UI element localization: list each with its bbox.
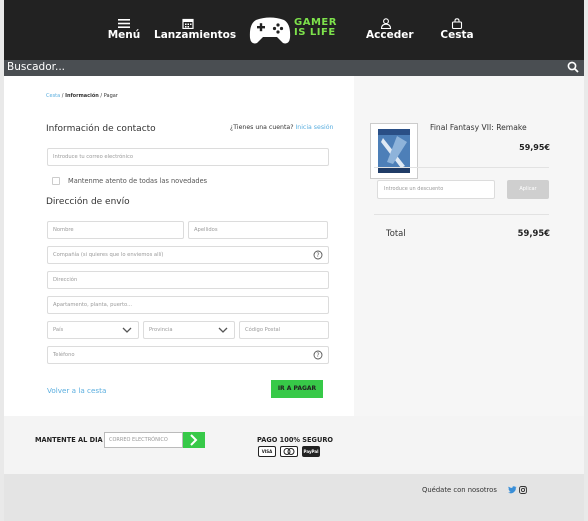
province-select[interactable]: Provincia (143, 321, 235, 339)
cart-button[interactable]: Cesta (440, 18, 474, 41)
apartment-field[interactable]: Apartamento, planta, puerto... (47, 296, 329, 314)
top-navbar: Menú Lanzamientos GAMER IS LIFE Acceder … (4, 0, 584, 60)
menu-button[interactable]: Menú (104, 18, 144, 41)
instagram-icon[interactable] (519, 486, 527, 494)
total-label: Total (386, 228, 406, 238)
newsletter-email-input[interactable]: CORREO ELECTRÓNICO (104, 432, 183, 448)
company-placeholder: Compañía (si quieres que lo enviemos all… (53, 252, 164, 258)
bottom-bar: Quédate con nosotros (4, 474, 584, 521)
chevron-down-icon (122, 327, 132, 333)
newsletter-title: MANTENTE AL DIA (35, 436, 103, 444)
chevron-down-icon (218, 327, 228, 333)
search-bar[interactable]: Buscador... (4, 60, 584, 76)
svg-text:?: ? (316, 252, 319, 259)
discount-placeholder: Introduce un descuento (384, 186, 444, 192)
game-cover-image (371, 124, 417, 178)
releases-button[interactable]: Lanzamientos (154, 18, 236, 41)
contact-title: Información de contacto (46, 124, 156, 134)
country-placeholder: País (53, 327, 64, 333)
mastercard-icon (280, 446, 298, 457)
twitter-icon[interactable] (508, 486, 517, 494)
footer: MANTENTE AL DIA CORREO ELECTRÓNICO PAGO … (4, 416, 584, 474)
user-icon (380, 18, 392, 29)
first-name-field[interactable]: Nombre (47, 221, 184, 239)
order-summary: Final Fantasy VII: Remake 59,95€ Introdu… (354, 76, 584, 416)
breadcrumb-pay: Pagar (103, 93, 118, 99)
phone-field[interactable]: Teléfono ? (47, 346, 329, 364)
address-placeholder: Dirección (53, 277, 78, 283)
last-name-placeholder: Apellidos (194, 227, 218, 233)
phone-placeholder: Teléfono (53, 352, 75, 358)
gamer-is-life-logo[interactable]: GAMER IS LIFE (248, 12, 348, 48)
go-to-pay-button[interactable]: IR A PAGAR (271, 380, 323, 398)
divider (374, 214, 549, 215)
login-link[interactable]: Inicia sesión (295, 124, 333, 131)
follow-us-text: Quédate con nosotros (422, 486, 497, 494)
login-button[interactable]: Acceder (366, 18, 414, 41)
postal-placeholder: Código Postal (245, 327, 281, 333)
address-field[interactable]: Dirección (47, 271, 329, 289)
product-name: Final Fantasy VII: Remake (430, 123, 527, 132)
total-value: 59,95€ (517, 228, 550, 238)
email-placeholder: Introduce tu correo electrónico (53, 154, 134, 160)
email-field[interactable]: Introduce tu correo electrónico (47, 148, 329, 166)
bag-icon (451, 18, 463, 29)
apply-discount-button[interactable]: Aplicar (507, 180, 549, 199)
gamepad-icon (249, 17, 291, 44)
login-label: Acceder (366, 29, 414, 41)
divider (374, 167, 549, 168)
paypal-icon: PayPal (302, 446, 320, 457)
help-icon[interactable]: ? (313, 350, 323, 360)
visa-icon: VISA (258, 446, 276, 457)
releases-label: Lanzamientos (154, 29, 237, 41)
back-to-cart-link[interactable]: Volver a la cesta (47, 386, 106, 395)
apartment-placeholder: Apartamento, planta, puerto... (53, 302, 133, 308)
logo-text: GAMER IS LIFE (294, 17, 337, 38)
product-thumbnail (370, 123, 418, 179)
postal-code-field[interactable]: Código Postal (239, 321, 329, 339)
login-prompt: ¿Tienes una cuenta? Inicia sesión (230, 124, 333, 131)
search-icon[interactable] (567, 61, 579, 73)
chevron-right-icon (190, 434, 198, 446)
cart-label: Cesta (440, 29, 474, 41)
breadcrumb: Cesta / Información / Pagar (46, 93, 118, 99)
search-input[interactable]: Buscador... (7, 61, 65, 73)
country-select[interactable]: País (47, 321, 139, 339)
breadcrumb-cart-link[interactable]: Cesta (46, 93, 60, 99)
newsletter-submit-button[interactable] (183, 432, 205, 448)
calendar-icon (182, 18, 194, 29)
breadcrumb-current: Información (65, 93, 99, 99)
secure-payment-title: PAGO 100% SEGURO (257, 436, 334, 444)
mastercard-circles (283, 448, 295, 455)
login-question: ¿Tienes una cuenta? (230, 124, 294, 131)
product-price: 59,95€ (519, 143, 550, 152)
province-placeholder: Provincia (149, 327, 173, 333)
last-name-field[interactable]: Apellidos (188, 221, 328, 239)
newsletter-checkbox[interactable] (52, 177, 60, 185)
svg-text:?: ? (316, 352, 319, 359)
checkout-form: Cesta / Información / Pagar Información … (4, 76, 354, 416)
first-name-placeholder: Nombre (53, 227, 74, 233)
discount-input[interactable]: Introduce un descuento (377, 180, 495, 199)
menu-label: Menú (107, 29, 141, 41)
hamburger-icon (118, 19, 130, 28)
checkout-page: Menú Lanzamientos GAMER IS LIFE Acceder … (4, 0, 584, 521)
company-field[interactable]: Compañía (si quieres que lo enviemos all… (47, 246, 329, 264)
newsletter-label: Mantenme atento de todas las novedades (68, 177, 208, 185)
newsletter-email-placeholder: CORREO ELECTRÓNICO (109, 437, 168, 443)
help-icon[interactable]: ? (313, 250, 323, 260)
shipping-title: Dirección de envío (46, 197, 130, 207)
